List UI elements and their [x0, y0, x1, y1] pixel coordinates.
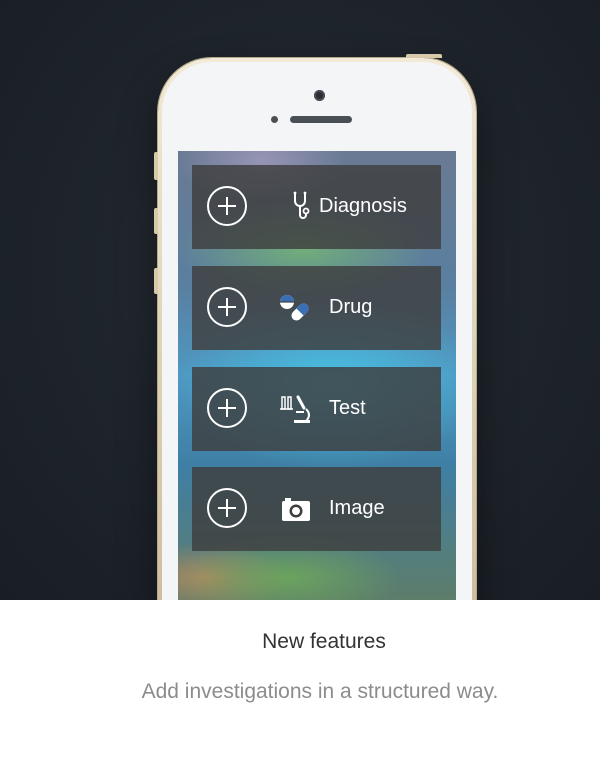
- menu-item-label: Test: [329, 397, 366, 419]
- caption-title: New features: [262, 630, 386, 653]
- hero-background: Diagnosis Drug Test Image: [0, 0, 600, 600]
- add-circle-icon[interactable]: [207, 388, 247, 428]
- menu-item-label: Diagnosis: [319, 195, 407, 217]
- menu-item-label: Drug: [329, 296, 373, 318]
- menu-item-image[interactable]: Image: [192, 467, 441, 551]
- add-circle-icon[interactable]: [207, 488, 247, 528]
- power-button: [406, 54, 442, 58]
- front-camera: [314, 90, 325, 101]
- caption-subtitle: Add investigations in a structured way.: [141, 680, 499, 703]
- stethoscope-icon: [293, 191, 310, 219]
- pill-icon: [280, 295, 309, 321]
- add-circle-icon[interactable]: [207, 287, 247, 327]
- volume-up-button: [154, 208, 158, 234]
- microscope-icon: [280, 395, 310, 423]
- earpiece-speaker: [290, 116, 352, 123]
- volume-down-button: [154, 268, 158, 294]
- menu-item-diagnosis[interactable]: Diagnosis: [192, 165, 441, 249]
- proximity-sensor: [271, 116, 278, 123]
- phone-screen: Diagnosis Drug Test Image: [178, 151, 456, 600]
- camera-icon: [282, 498, 310, 521]
- menu-item-label: Image: [329, 497, 385, 519]
- menu-item-test[interactable]: Test: [192, 367, 441, 451]
- add-circle-icon[interactable]: [207, 186, 247, 226]
- menu-item-drug[interactable]: Drug: [192, 266, 441, 350]
- mute-switch: [154, 152, 158, 180]
